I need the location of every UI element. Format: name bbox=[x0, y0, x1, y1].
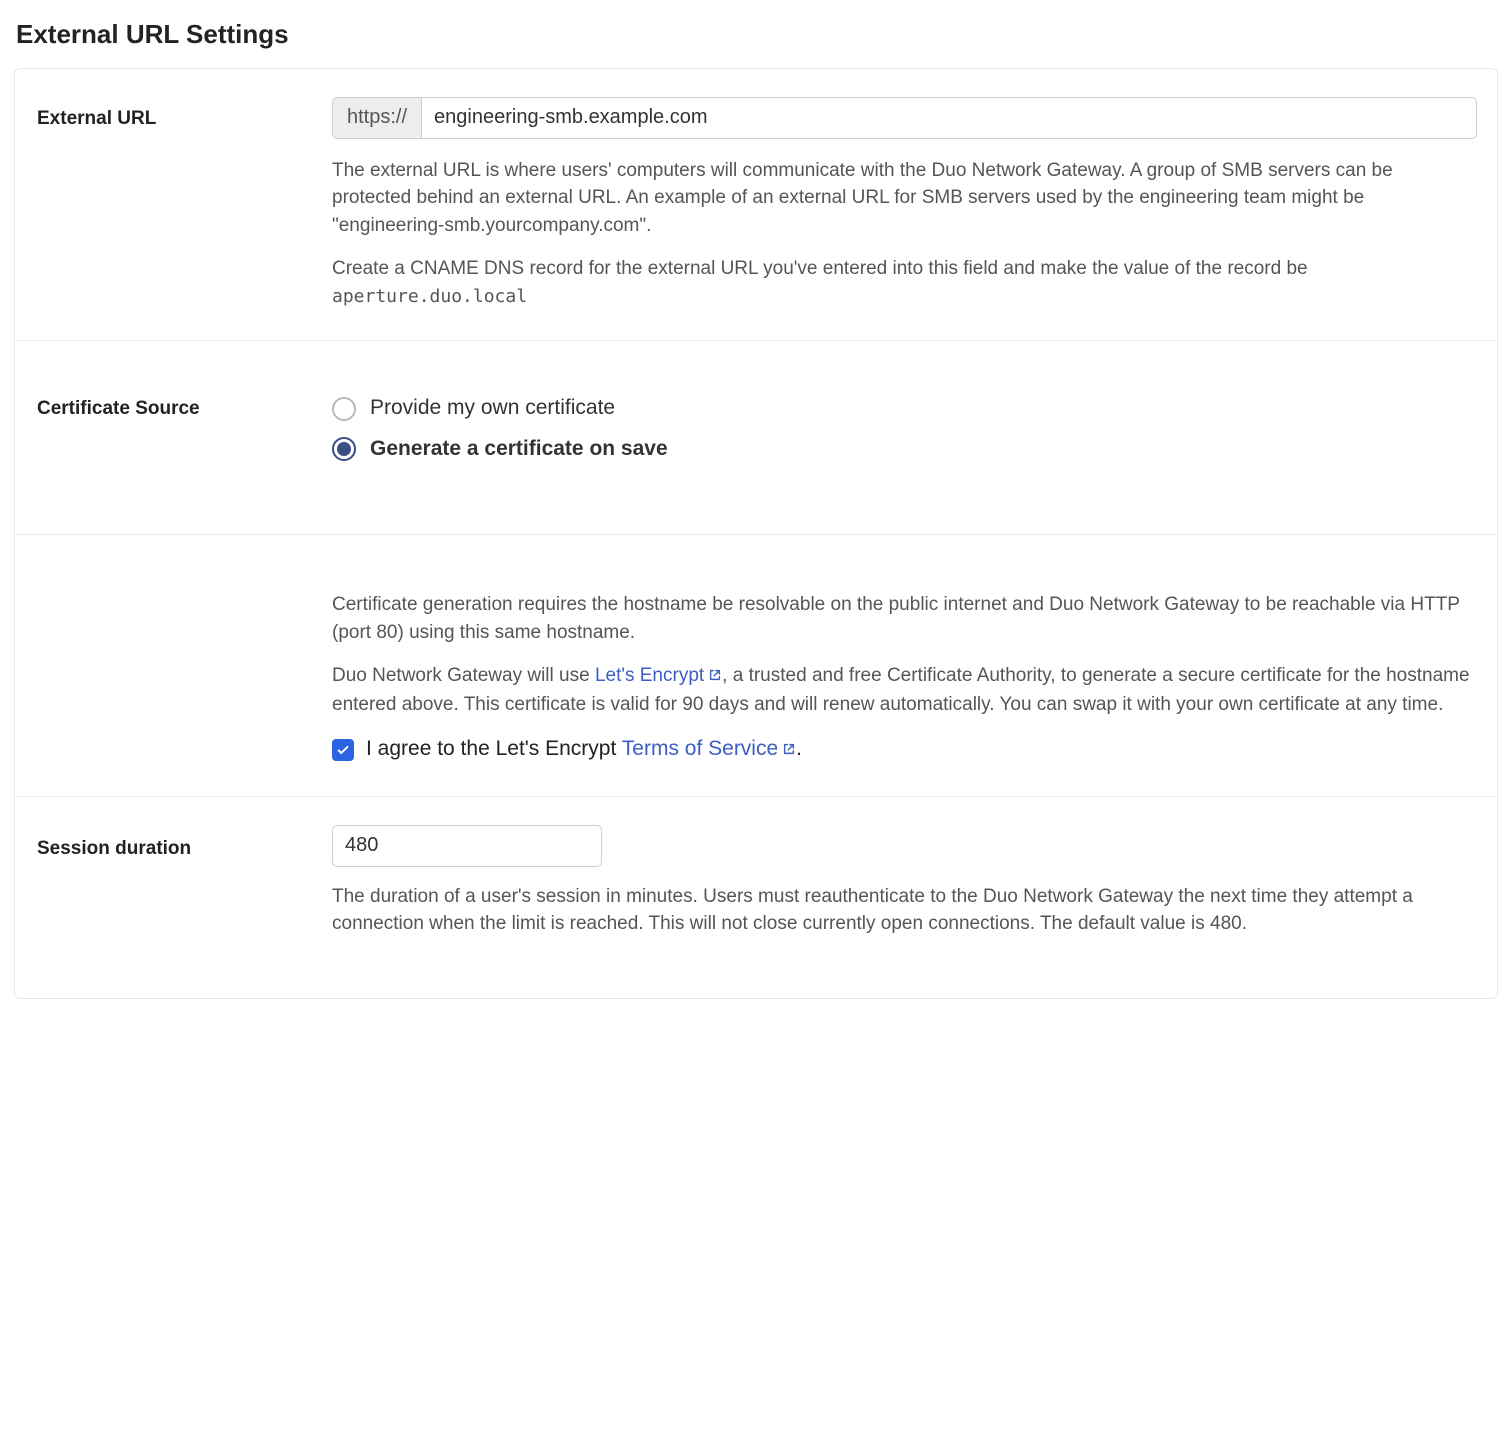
row-cert-details: Certificate generation requires the host… bbox=[15, 535, 1497, 797]
external-url-prefix: https:// bbox=[332, 97, 421, 139]
external-url-input-group: https:// bbox=[332, 97, 1477, 139]
external-url-help-1: The external URL is where users' compute… bbox=[332, 157, 1477, 240]
section-title: External URL Settings bbox=[16, 16, 1498, 54]
check-icon bbox=[336, 743, 350, 757]
tos-agree-text-post: . bbox=[796, 737, 802, 760]
external-url-input[interactable] bbox=[421, 97, 1477, 139]
external-url-help-2: Create a CNAME DNS record for the extern… bbox=[332, 255, 1477, 310]
tos-agree-checkbox[interactable] bbox=[332, 739, 354, 761]
external-link-icon bbox=[782, 735, 796, 765]
radio-generate-cert-label: Generate a certificate on save bbox=[370, 434, 668, 464]
cert-source-label: Certificate Source bbox=[37, 398, 200, 419]
radio-generate-cert[interactable]: Generate a certificate on save bbox=[332, 434, 1477, 464]
cname-value-code: aperture.duo.local bbox=[332, 286, 527, 307]
row-cert-source: Certificate Source Provide my own certif… bbox=[15, 341, 1497, 535]
settings-panel: External URL https:// The external URL i… bbox=[14, 68, 1498, 999]
lets-encrypt-link[interactable]: Let's Encrypt bbox=[595, 665, 722, 686]
session-duration-help: The duration of a user's session in minu… bbox=[332, 883, 1477, 938]
row-external-url: External URL https:// The external URL i… bbox=[15, 69, 1497, 342]
tos-link[interactable]: Terms of Service bbox=[622, 737, 796, 760]
radio-own-cert-label: Provide my own certificate bbox=[370, 393, 615, 423]
tos-agree-text-pre: I agree to the Let's Encrypt bbox=[366, 737, 622, 760]
row-session-duration: Session duration The duration of a user'… bbox=[15, 797, 1497, 998]
cert-gen-help-1: Certificate generation requires the host… bbox=[332, 591, 1477, 646]
radio-generate-cert-button[interactable] bbox=[332, 437, 356, 461]
cert-gen-help-2: Duo Network Gateway will use Let's Encry… bbox=[332, 662, 1477, 718]
session-duration-input[interactable] bbox=[332, 825, 602, 867]
session-duration-label: Session duration bbox=[37, 838, 191, 859]
external-url-label: External URL bbox=[37, 108, 156, 129]
radio-own-cert[interactable]: Provide my own certificate bbox=[332, 393, 1477, 423]
tos-agree-line: I agree to the Let's Encrypt Terms of Se… bbox=[332, 734, 1477, 765]
external-link-icon bbox=[708, 663, 722, 691]
radio-own-cert-button[interactable] bbox=[332, 397, 356, 421]
